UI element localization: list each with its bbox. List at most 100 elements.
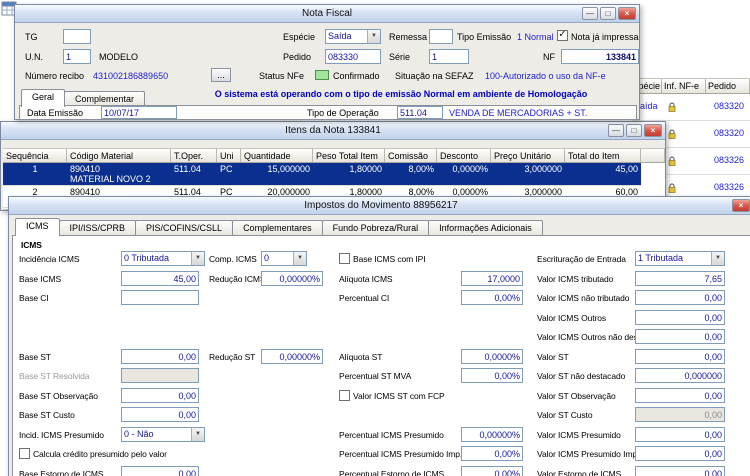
percentual-estorno-icms-input[interactable] [461,466,523,476]
column-header-desconto[interactable]: Desconto [437,149,491,162]
window-impostos-movimento: Impostos do Movimento 88956217 × ICMS IP… [8,196,750,476]
valor-icms-tributado-input[interactable] [635,271,725,286]
column-header-peso[interactable]: Peso Total Item [313,149,385,162]
percentual-ci-label: Percentual CI [339,293,389,304]
percentual-ci-input[interactable] [461,290,523,305]
incidencia-icms-value: 0 Tributada [122,252,191,265]
base-st-resolvida-label: Base ST Resolvida [19,371,89,382]
valor-icms-st-fcp-checkbox[interactable] [339,390,350,401]
itens-grid-header: Sequência Código Material T.Oper. Uni Qu… [3,148,665,163]
maximize-button[interactable]: □ [600,7,616,20]
tab-pis-cofins-csll[interactable]: PIS/COFINS/CSLL [135,220,233,236]
column-header-inf-nfe[interactable]: Inf. NF-e [662,79,706,93]
column-header-pedido[interactable]: Pedido [706,79,750,93]
base-st-custo-label: Base ST Custo [19,410,75,421]
valor-icms-outros-nao-dest-input[interactable] [635,329,725,344]
tab-complementares[interactable]: Complementares [232,220,323,236]
valor-icms-presumido-imp-pr-input[interactable] [635,446,725,461]
comp-icms-combo[interactable]: 0 ▼ [261,251,307,266]
calcula-credito-presumido-label: Calcula crédito presumido pelo valor [33,449,167,460]
un-label: U.N. [25,52,43,63]
calcula-credito-presumido-checkbox[interactable] [19,448,30,459]
base-ci-input[interactable] [121,290,199,305]
base-st-observacao-input[interactable] [121,388,199,403]
minimize-button[interactable]: — [582,7,598,20]
aliquota-icms-input[interactable] [461,271,523,286]
tab-informacoes-adicionais[interactable]: Informações Adicionais [428,220,543,236]
valor-icms-nao-tributado-input[interactable] [635,290,725,305]
valor-icms-nao-tributado-label: Valor ICMS não tributado [537,293,629,304]
column-header-quantidade[interactable]: Quantidade [241,149,313,162]
especie-select[interactable]: Saída ▼ [325,29,381,44]
valor-icms-presumido-input[interactable] [635,427,725,442]
close-icon[interactable]: × [644,124,662,137]
base-estorno-icms-input[interactable] [121,466,199,476]
incidencia-icms-combo[interactable]: 0 Tributada ▼ [121,251,205,266]
serie-input[interactable] [429,49,469,64]
grid-row[interactable]: Saída 083320 [632,94,750,121]
reducao-st-input[interactable] [261,349,323,364]
tab-icms[interactable]: ICMS [15,218,60,236]
nota-impressa-checkbox[interactable] [557,30,568,41]
reducao-icms-input[interactable] [261,271,323,286]
data-emissao-input[interactable] [101,106,177,119]
remessa-input[interactable] [429,29,453,44]
pedido-label: Pedido [283,52,311,63]
nf-input[interactable] [561,49,639,64]
tg-input[interactable] [63,29,91,44]
tab-fundo-pobreza-rural[interactable]: Fundo Pobreza/Rural [322,220,430,236]
percentual-st-mva-input[interactable] [461,368,523,383]
window-title: Nota Fiscal [302,8,352,19]
escrituracao-entrada-label: Escrituração de Entrada [537,254,626,265]
valor-st-input[interactable] [635,349,725,364]
cell-toper: 511.04 [171,163,217,185]
chevron-down-icon: ▼ [711,252,724,265]
escrituracao-entrada-combo[interactable]: 1 Tributada ▼ [635,251,725,266]
valor-icms-outros-input[interactable] [635,310,725,325]
percentual-icms-presumido-imp-pr-label: Percentual ICMS Presumido Imp. PR [339,449,476,460]
more-button[interactable]: ... [211,68,231,82]
base-st-custo-input[interactable] [121,407,199,422]
base-st-input[interactable] [121,349,199,364]
pedido-input[interactable] [325,49,381,64]
tipo-operacao-input[interactable] [397,106,443,119]
minimize-button[interactable]: — [608,124,624,137]
aliquota-st-input[interactable] [461,349,523,364]
column-header-uni[interactable]: Uni [217,149,241,162]
incid-icms-presumido-combo[interactable]: 0 - Não ▼ [121,427,205,442]
column-header-preco[interactable]: Preço Unitário [491,149,565,162]
cell-seq: 1 [3,163,67,185]
column-header-comissao[interactable]: Comissão [385,149,437,162]
serie-label: Série [389,52,410,63]
valor-st-nao-destacado-input[interactable] [635,368,725,383]
table-row-selected[interactable]: 1 890410MATERIAL NOVO 2 511.04 PC 15,000… [3,163,641,186]
base-icms-input[interactable] [121,271,199,286]
titlebar-itens-nota[interactable]: Itens da Nota 133841 — □ × [1,122,665,140]
percentual-icms-presumido-input[interactable] [461,427,523,442]
tab-geral[interactable]: Geral [21,89,65,107]
close-icon[interactable]: × [732,199,750,212]
nota-impressa-label: Nota já impressa [571,32,639,43]
column-header-sequencia[interactable]: Sequência [3,149,67,162]
percentual-estorno-icms-label: Percentual Estorno de ICMS [339,469,444,476]
close-icon[interactable]: × [618,7,636,20]
valor-st-observacao-input[interactable] [635,388,725,403]
especie-label: Espécie [283,32,315,43]
column-header-filler [641,149,665,162]
column-header-total[interactable]: Total do Item [565,149,641,162]
incid-icms-presumido-label: Incid. ICMS Presumido [19,430,104,441]
column-header-codigo-material[interactable]: Código Material [67,149,171,162]
reducao-icms-label: Redução ICMS [209,274,265,285]
numero-recibo-label: Número recibo [25,71,84,82]
percentual-icms-presumido-imp-pr-input[interactable] [461,446,523,461]
column-header-toper[interactable]: T.Oper. [171,149,217,162]
titlebar-impostos[interactable]: Impostos do Movimento 88956217 × [9,197,750,215]
titlebar-nota-fiscal[interactable]: Nota Fiscal — □ × [15,5,639,23]
base-icms-com-ipi-checkbox[interactable] [339,253,350,264]
valor-estorno-icms-input[interactable] [635,466,725,476]
valor-icms-presumido-label: Valor ICMS Presumido [537,430,621,441]
maximize-button[interactable]: □ [626,124,642,137]
cell-peso: 1,80000 [313,163,385,185]
un-input[interactable] [63,49,91,64]
tab-ipi-iss-cprb[interactable]: IPI/ISS/CPRB [59,220,137,236]
